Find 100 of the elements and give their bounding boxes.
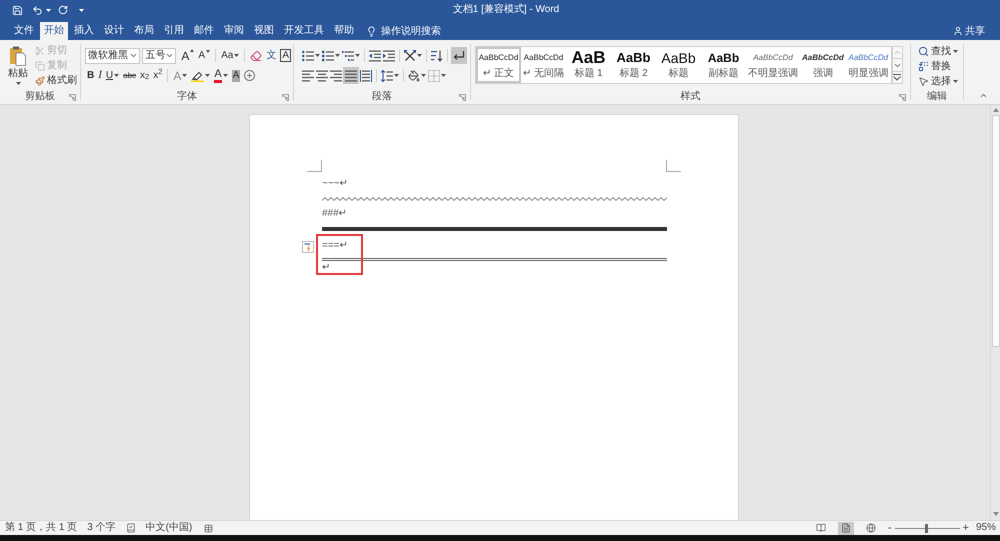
dialog-launcher-icon[interactable] xyxy=(282,94,289,100)
group-label: 剪贴板 xyxy=(25,91,55,103)
italic-button[interactable]: I xyxy=(96,67,104,84)
tell-me-search[interactable]: 操作说明搜索 xyxy=(366,22,441,40)
lightbulb-icon xyxy=(366,26,377,36)
line-spacing-button[interactable] xyxy=(380,67,400,84)
font-color-button[interactable]: A xyxy=(212,67,230,84)
style-option[interactable]: AaB 标题 1 xyxy=(566,47,611,83)
share-button[interactable]: 共享 xyxy=(953,22,985,40)
style-option[interactable]: AaBb 标题 xyxy=(656,47,701,83)
gallery-more-button[interactable] xyxy=(892,71,903,84)
redo-icon[interactable] xyxy=(58,5,68,15)
shrink-button[interactable]: A xyxy=(196,47,212,64)
copy-icon xyxy=(35,60,45,70)
dialog-launcher-icon[interactable] xyxy=(899,94,906,100)
show-marks-button[interactable] xyxy=(451,47,467,64)
style-option[interactable]: AaBbCcDd ↵ 无间隔 xyxy=(521,47,566,83)
paint-bucket-icon xyxy=(408,70,420,82)
character-border-button[interactable]: A xyxy=(278,47,293,64)
zoom-in-button[interactable]: + xyxy=(962,522,969,534)
format-painter-button[interactable]: 格式刷 xyxy=(35,73,77,88)
scissors-icon xyxy=(35,46,45,56)
replace-button[interactable]: 替换 xyxy=(918,59,963,74)
multilevel-list-icon xyxy=(342,50,354,62)
enclose-characters-button[interactable] xyxy=(242,67,258,84)
style-option[interactable]: AaBb 副标题 xyxy=(701,47,746,83)
undo-icon[interactable] xyxy=(32,4,43,16)
down-caret-icon xyxy=(206,50,210,53)
zoom-level[interactable]: 95% xyxy=(976,522,996,534)
save-icon[interactable] xyxy=(12,4,23,16)
style-option[interactable]: AaBbCcDd 不明显强调 xyxy=(746,47,800,83)
clipboard-icon xyxy=(10,46,26,66)
crop-mark-icon xyxy=(666,160,681,172)
superscript-button[interactable]: x$^{2}$ xyxy=(151,67,164,84)
ribbon-tab[interactable]: 开发工具 xyxy=(280,22,328,40)
page-icon xyxy=(840,523,851,533)
chevron-up-icon xyxy=(892,48,902,57)
word-count: 3 个字 xyxy=(87,522,116,534)
ribbon-tab[interactable]: 插入 xyxy=(70,22,98,40)
pointer-icon xyxy=(918,76,929,87)
select-button[interactable]: 选择 xyxy=(918,74,963,89)
print-layout-button[interactable] xyxy=(838,522,854,534)
grid-icon[interactable] xyxy=(204,524,214,532)
collapse-ribbon-icon[interactable] xyxy=(979,91,988,100)
find-button[interactable]: 查找 xyxy=(918,44,963,59)
caret-icon[interactable] xyxy=(79,8,84,12)
bold-button[interactable]: B xyxy=(85,67,96,84)
style-option[interactable]: AaBb 标题 2 xyxy=(611,47,656,83)
caret-icon[interactable] xyxy=(46,8,51,12)
distributed-button[interactable] xyxy=(359,67,373,84)
search-icon xyxy=(918,46,929,57)
circled-character-icon xyxy=(244,70,256,81)
ribbon-tab[interactable]: 引用 xyxy=(160,22,188,40)
ribbon-tab[interactable]: 视图 xyxy=(250,22,278,40)
font-size-combobox[interactable]: 五号 xyxy=(142,48,176,64)
group-label: 编辑 xyxy=(927,91,947,103)
style-option[interactable]: AaBbCcDd 明显强调 xyxy=(846,47,891,83)
dialog-launcher-icon[interactable] xyxy=(459,94,466,100)
scroll-down-arrow-icon[interactable] xyxy=(992,512,998,516)
align-center-icon xyxy=(316,70,328,82)
zoom-slider-thumb[interactable] xyxy=(924,524,928,532)
align-right-icon xyxy=(330,70,342,82)
ribbon-tab[interactable]: 邮件 xyxy=(190,22,218,40)
ribbon-tab[interactable]: 审阅 xyxy=(220,22,248,40)
strikethrough-button[interactable]: abc xyxy=(121,67,138,84)
distributed-align-icon xyxy=(360,70,372,82)
open-book-icon xyxy=(816,523,826,533)
zoom-out-button[interactable]: - xyxy=(888,522,892,534)
character-shading-button[interactable]: A xyxy=(230,67,242,84)
highlighter-icon xyxy=(191,70,204,82)
grow-button[interactable]: A xyxy=(179,47,196,64)
style-option[interactable]: AaBbCcDd 强调 xyxy=(800,47,846,83)
font-name-combobox[interactable]: 微软雅黑 xyxy=(85,48,140,64)
language-indicator[interactable]: 中文(中国) xyxy=(146,522,192,534)
ribbon-tab[interactable]: 设计 xyxy=(100,22,128,40)
underline-button[interactable]: U xyxy=(104,67,122,84)
return-arrow-icon xyxy=(453,50,465,62)
scrollbar-thumb[interactable] xyxy=(992,115,1000,347)
style-option[interactable]: AaBbCcDd ↵ 正文 xyxy=(476,47,521,83)
change-case-button[interactable]: Aa xyxy=(219,47,242,64)
justify-icon xyxy=(345,70,357,82)
decrease-indent-icon xyxy=(369,50,381,62)
gallery-scroll-down-button[interactable] xyxy=(892,59,903,71)
ribbon-tab[interactable]: 文件 xyxy=(10,22,38,40)
justify-button[interactable] xyxy=(343,67,359,84)
globe-icon xyxy=(866,523,876,533)
layout-options-icon[interactable] xyxy=(302,241,314,253)
paste-button[interactable]: 粘贴 xyxy=(5,40,31,90)
scroll-up-arrow-icon[interactable] xyxy=(992,108,998,112)
phonetic-guide-button[interactable]: 文 xyxy=(264,47,278,64)
paragraph-text: ↵ xyxy=(322,262,330,274)
ribbon-tab[interactable]: 布局 xyxy=(130,22,158,40)
ribbon-tab[interactable]: 帮助 xyxy=(330,22,358,40)
increase-indent-icon xyxy=(383,50,395,62)
dialog-launcher-icon[interactable] xyxy=(69,94,76,100)
group-label: 字体 xyxy=(177,91,197,103)
subscript-button[interactable]: x$_{2}$ xyxy=(138,67,152,84)
zoom-slider[interactable] xyxy=(894,524,960,532)
ribbon-tab[interactable]: 开始 xyxy=(40,22,68,40)
book-check-icon[interactable] xyxy=(126,523,136,533)
